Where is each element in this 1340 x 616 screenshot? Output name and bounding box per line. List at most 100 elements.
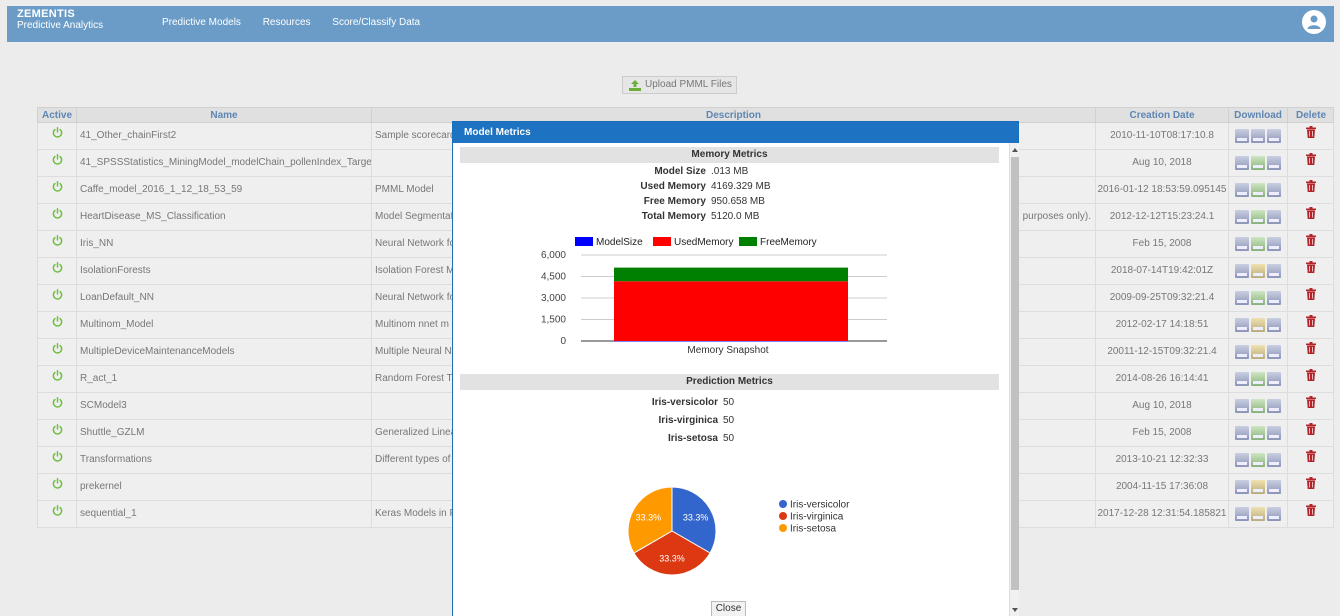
active-toggle[interactable] [38,150,77,176]
row-name[interactable]: IsolationForests [77,258,372,284]
row-name[interactable]: prekernel [77,474,372,500]
delete-button[interactable] [1288,393,1334,419]
delete-button[interactable] [1288,447,1334,473]
active-toggle[interactable] [38,366,77,392]
row-name[interactable]: Shuttle_GZLM [77,420,372,446]
download-xml-alt-icon[interactable] [1251,156,1265,170]
row-name[interactable]: MultipleDeviceMaintenanceModels [77,339,372,365]
active-toggle[interactable] [38,258,77,284]
row-name[interactable]: 41_Other_chainFirst2 [77,123,372,149]
download-xml-alt-icon[interactable] [1251,291,1265,305]
download-xml-icon[interactable] [1235,453,1249,467]
scroll-thumb[interactable] [1011,157,1019,590]
active-toggle[interactable] [38,123,77,149]
download-bin-icon[interactable] [1267,399,1281,413]
col-active[interactable]: Active [38,108,77,123]
download-xml-icon[interactable] [1235,372,1249,386]
download-bin-icon[interactable] [1267,291,1281,305]
row-name[interactable]: Caffe_model_2016_1_12_18_53_59 [77,177,372,203]
download-xml-alt-icon[interactable] [1251,237,1265,251]
download-xml-icon[interactable] [1235,426,1249,440]
active-toggle[interactable] [38,231,77,257]
download-xml-alt-icon[interactable] [1251,480,1265,494]
row-name[interactable]: LoanDefault_NN [77,285,372,311]
download-xml-alt-icon[interactable] [1251,318,1265,332]
active-toggle[interactable] [38,474,77,500]
download-bin-icon[interactable] [1267,129,1281,143]
download-bin-icon[interactable] [1267,183,1281,197]
row-name[interactable]: sequential_1 [77,501,372,527]
scroll-up-arrow-icon[interactable] [1012,148,1018,152]
bar-segment-usedmemory[interactable] [614,281,848,341]
download-bin-icon[interactable] [1267,318,1281,332]
row-name[interactable]: R_act_1 [77,366,372,392]
scroll-down-arrow-icon[interactable] [1012,608,1018,612]
row-name[interactable]: Transformations [77,447,372,473]
download-xml-icon[interactable] [1235,480,1249,494]
download-bin-icon[interactable] [1267,480,1281,494]
active-toggle[interactable] [38,420,77,446]
nav-resources[interactable]: Resources [263,17,311,28]
download-xml-alt-icon[interactable] [1251,129,1265,143]
delete-button[interactable] [1288,231,1334,257]
download-bin-icon[interactable] [1267,453,1281,467]
download-xml-icon[interactable] [1235,291,1249,305]
row-name[interactable]: 41_SPSSStatistics_MiningModel_modelChain… [77,150,372,176]
download-bin-icon[interactable] [1267,345,1281,359]
download-xml-icon[interactable] [1235,318,1249,332]
upload-pmml-button[interactable]: Upload PMML Files [622,76,737,94]
download-xml-icon[interactable] [1235,399,1249,413]
download-bin-icon[interactable] [1267,156,1281,170]
delete-button[interactable] [1288,366,1334,392]
download-bin-icon[interactable] [1267,426,1281,440]
delete-button[interactable] [1288,420,1334,446]
nav-score-classify-data[interactable]: Score/Classify Data [332,17,420,28]
delete-button[interactable] [1288,150,1334,176]
delete-button[interactable] [1288,204,1334,230]
active-toggle[interactable] [38,447,77,473]
download-xml-icon[interactable] [1235,129,1249,143]
download-xml-icon[interactable] [1235,264,1249,278]
download-bin-icon[interactable] [1267,372,1281,386]
delete-button[interactable] [1288,339,1334,365]
download-bin-icon[interactable] [1267,507,1281,521]
download-xml-alt-icon[interactable] [1251,264,1265,278]
bar-segment-freememory[interactable] [614,267,848,282]
row-name[interactable]: HeartDisease_MS_Classification [77,204,372,230]
delete-button[interactable] [1288,501,1334,527]
dialog-scrollbar[interactable] [1009,143,1019,616]
delete-button[interactable] [1288,258,1334,284]
download-xml-icon[interactable] [1235,156,1249,170]
download-bin-icon[interactable] [1267,237,1281,251]
row-name[interactable]: Iris_NN [77,231,372,257]
download-bin-icon[interactable] [1267,210,1281,224]
download-xml-alt-icon[interactable] [1251,453,1265,467]
brand-logo[interactable]: ZEMENTIS Predictive Analytics [17,8,103,32]
delete-button[interactable] [1288,285,1334,311]
active-toggle[interactable] [38,285,77,311]
col-name[interactable]: Name [77,108,372,123]
download-xml-alt-icon[interactable] [1251,210,1265,224]
download-xml-alt-icon[interactable] [1251,345,1265,359]
row-name[interactable]: Multinom_Model [77,312,372,338]
delete-button[interactable] [1288,312,1334,338]
active-toggle[interactable] [38,501,77,527]
download-xml-icon[interactable] [1235,210,1249,224]
row-name[interactable]: SCModel3 [77,393,372,419]
download-xml-alt-icon[interactable] [1251,507,1265,521]
download-xml-alt-icon[interactable] [1251,399,1265,413]
download-bin-icon[interactable] [1267,264,1281,278]
delete-button[interactable] [1288,177,1334,203]
download-xml-icon[interactable] [1235,237,1249,251]
download-xml-alt-icon[interactable] [1251,426,1265,440]
active-toggle[interactable] [38,393,77,419]
delete-button[interactable] [1288,474,1334,500]
download-xml-icon[interactable] [1235,345,1249,359]
user-menu-button[interactable] [1302,10,1326,34]
download-xml-alt-icon[interactable] [1251,372,1265,386]
active-toggle[interactable] [38,312,77,338]
delete-button[interactable] [1288,123,1334,149]
col-creation-date[interactable]: Creation Date [1096,108,1229,123]
download-xml-icon[interactable] [1235,507,1249,521]
download-xml-icon[interactable] [1235,183,1249,197]
